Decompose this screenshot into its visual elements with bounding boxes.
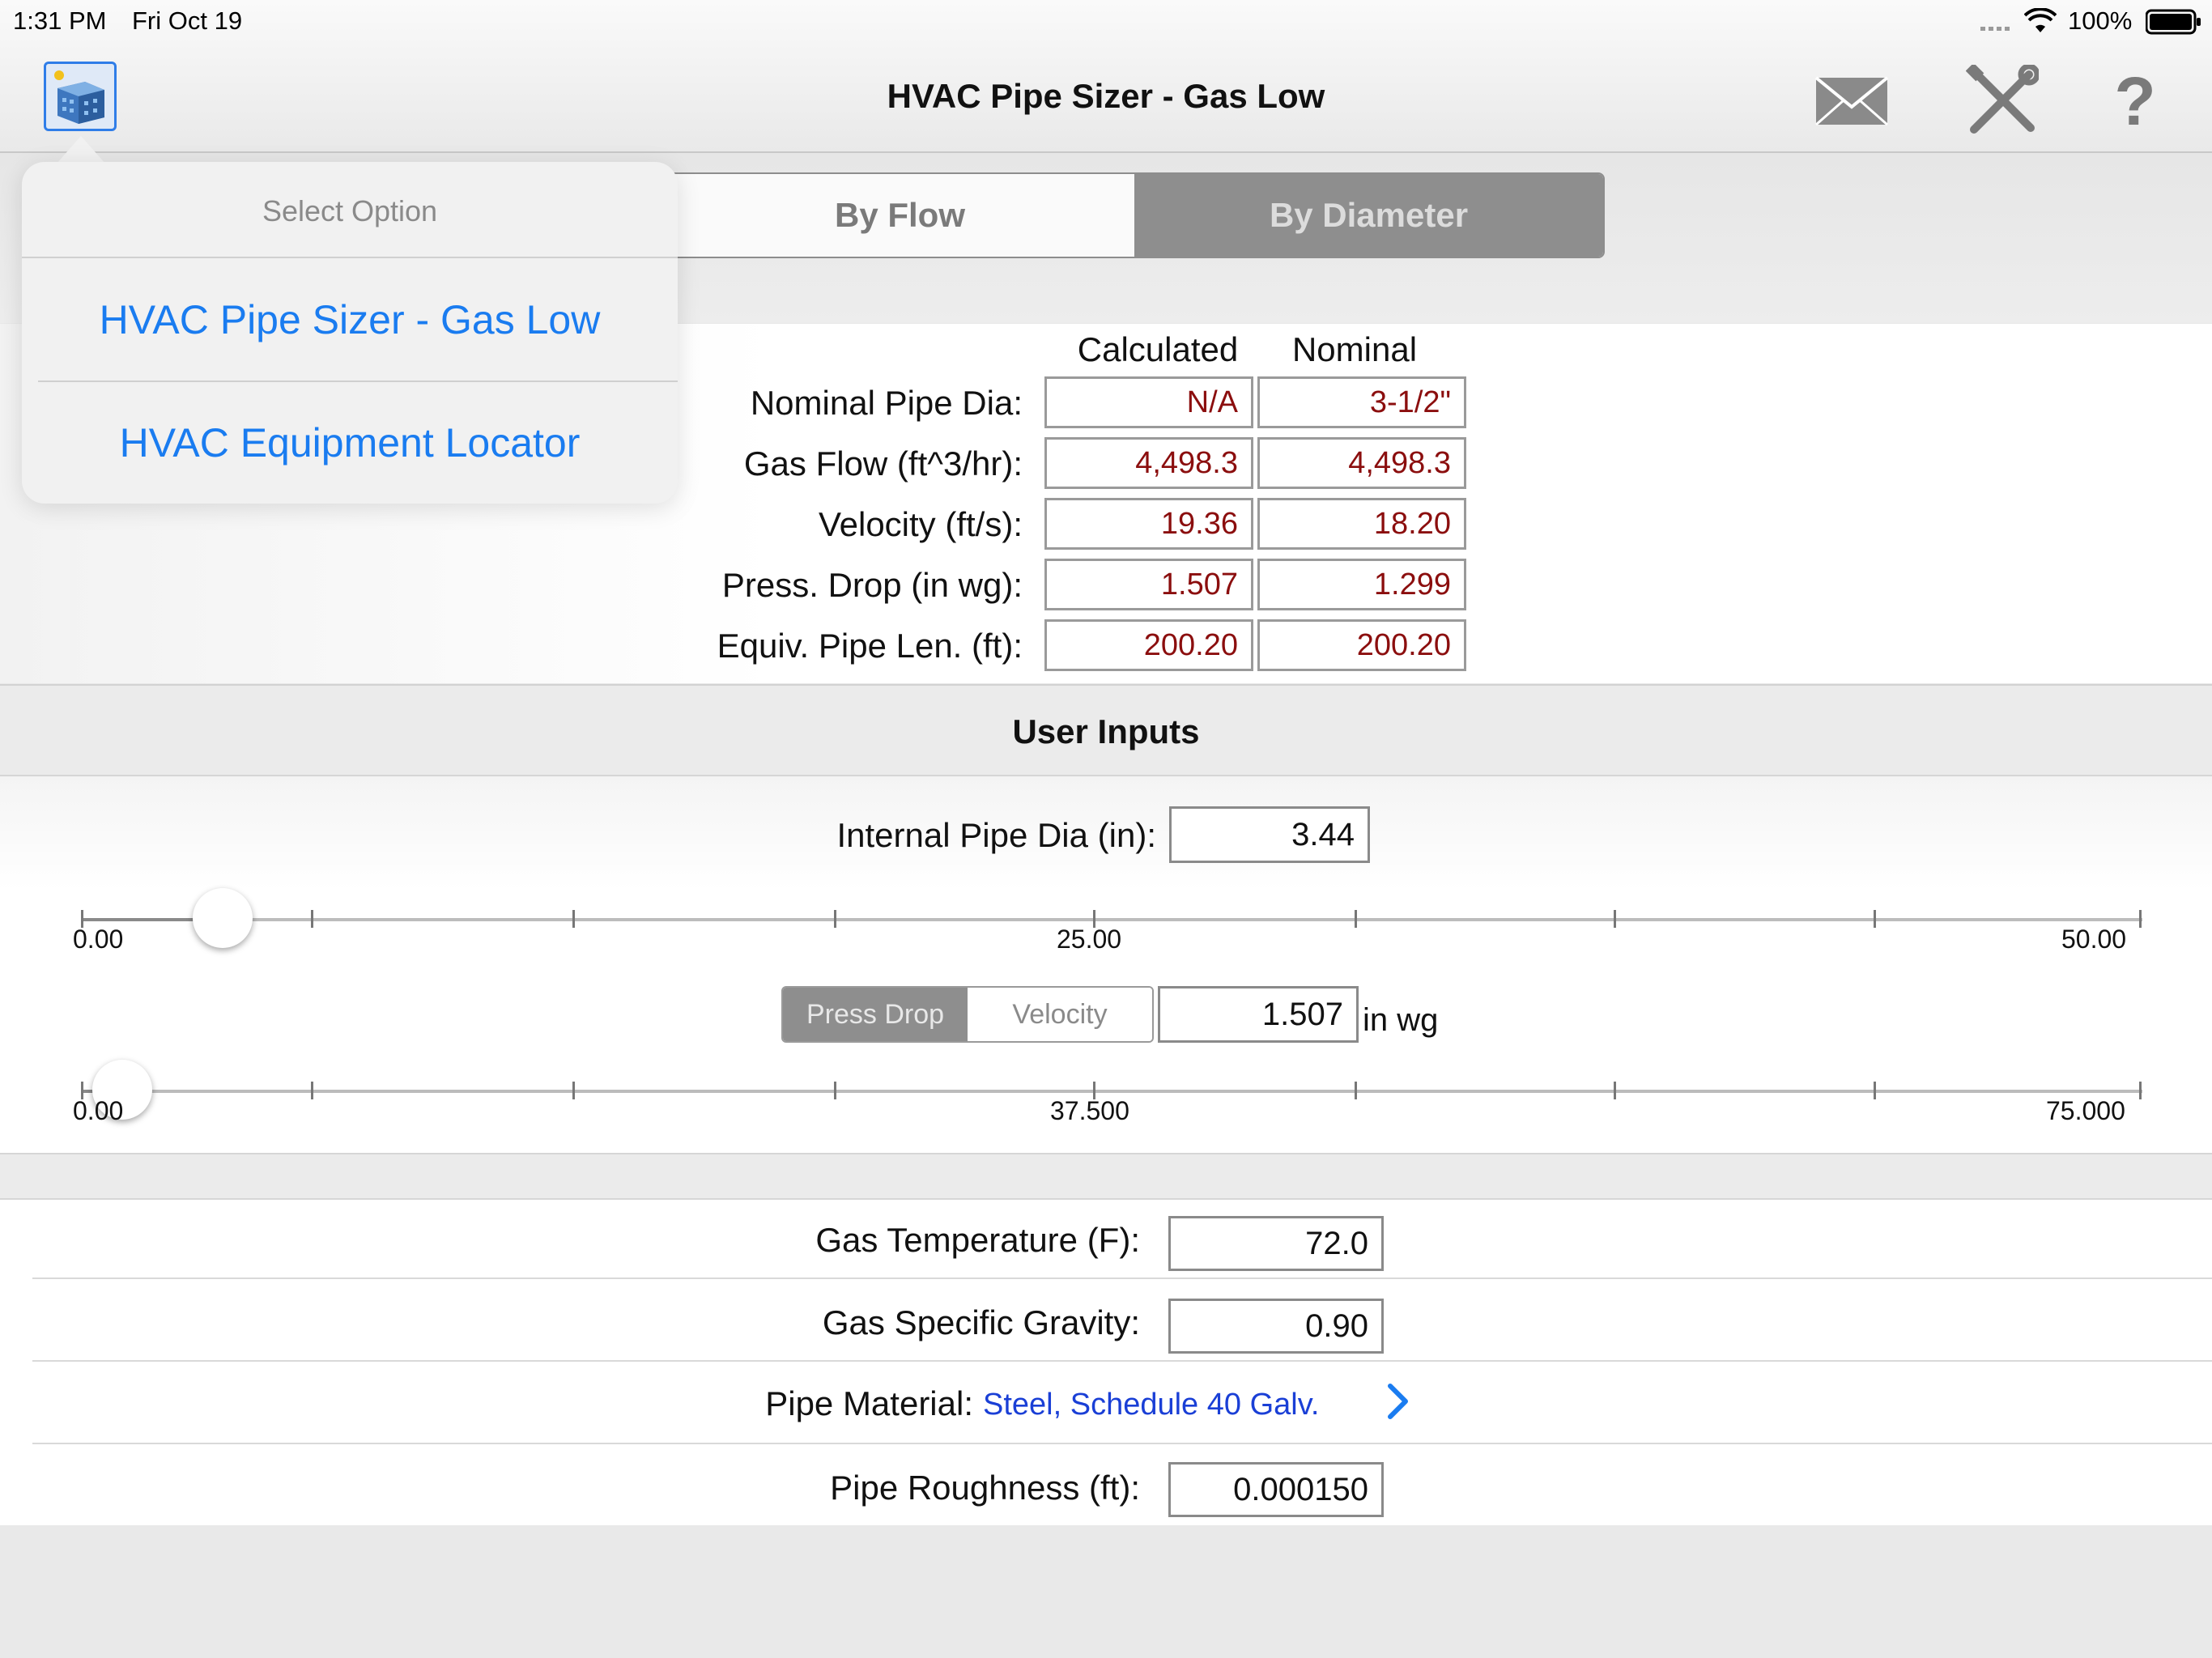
battery-percent: 100% bbox=[2068, 6, 2133, 35]
pipe-material-value[interactable]: Steel, Schedule 40 Galv. bbox=[983, 1388, 1319, 1422]
wifi-icon bbox=[2023, 7, 2057, 38]
result-label: Press. Drop (in wg): bbox=[721, 566, 1023, 604]
result-calculated-value: 4,498.3 bbox=[1044, 437, 1253, 489]
result-calculated-value: N/A bbox=[1044, 376, 1253, 428]
popover-item-pipe-sizer[interactable]: HVAC Pipe Sizer - Gas Low bbox=[22, 296, 678, 343]
result-nominal-value: 200.20 bbox=[1257, 619, 1466, 671]
top-bar: 1:31 PM Fri Oct 19 100% HVAC Pipe Sizer … bbox=[0, 0, 2212, 153]
tab-by-diameter[interactable]: By Diameter bbox=[1134, 174, 1603, 257]
popover-separator bbox=[38, 380, 678, 382]
col-nominal-header: Nominal bbox=[1291, 330, 1418, 368]
section-gap bbox=[0, 1153, 2212, 1200]
slider-tick bbox=[1874, 910, 1876, 928]
internal-dia-label: Internal Pipe Dia (in): bbox=[836, 816, 1156, 854]
result-nominal-value: 3-1/2" bbox=[1257, 376, 1466, 428]
help-icon: ? bbox=[2114, 62, 2156, 139]
slider-min-label: 0.00 bbox=[73, 1096, 124, 1125]
slider-tick bbox=[1614, 1082, 1616, 1099]
result-label: Velocity (ft/s): bbox=[818, 505, 1023, 543]
user-inputs-header: User Inputs bbox=[0, 684, 2212, 776]
slider-tick bbox=[2139, 910, 2142, 928]
slider-tick bbox=[1614, 910, 1616, 928]
roughness-input[interactable]: 0.000150 bbox=[1168, 1462, 1384, 1517]
slider-tick bbox=[1874, 1082, 1876, 1099]
bottom-area bbox=[0, 1525, 2212, 1658]
popover-item-equipment-locator[interactable]: HVAC Equipment Locator bbox=[22, 419, 678, 466]
battery-icon bbox=[2145, 9, 2202, 39]
status-date: Fri Oct 19 bbox=[132, 6, 243, 35]
mode-velocity[interactable]: Velocity bbox=[968, 988, 1152, 1041]
popover-separator bbox=[22, 257, 678, 258]
cellular-signal-icon bbox=[1980, 18, 2016, 35]
specific-gravity-input[interactable]: 0.90 bbox=[1168, 1299, 1384, 1354]
slider-tick bbox=[572, 910, 575, 928]
slider-thumb[interactable] bbox=[193, 888, 253, 948]
result-calculated-value: 1.507 bbox=[1044, 559, 1253, 610]
tab-by-flow[interactable]: By Flow bbox=[666, 174, 1134, 257]
col-calculated-header: Calculated bbox=[1077, 330, 1239, 368]
drop-mode-segmented-control: Press Drop Velocity bbox=[781, 986, 1154, 1043]
mode-press-drop[interactable]: Press Drop bbox=[783, 988, 968, 1041]
row-separator bbox=[32, 1443, 2212, 1444]
popover-title: Select Option bbox=[262, 194, 438, 227]
slider-tick bbox=[311, 1082, 313, 1099]
slider-tick bbox=[311, 910, 313, 928]
chevron-right-icon[interactable] bbox=[1386, 1383, 1410, 1424]
internal-dia-input[interactable]: 3.44 bbox=[1169, 806, 1370, 863]
slider-tick bbox=[834, 1082, 836, 1099]
press-drop-unit: in wg bbox=[1363, 1002, 1439, 1038]
row-separator bbox=[32, 1278, 2212, 1279]
slider-track bbox=[81, 918, 2142, 921]
slider-max-label: 50.00 bbox=[2061, 925, 2127, 954]
slider-max-label: 75.000 bbox=[2046, 1096, 2125, 1125]
slider-tick bbox=[1355, 910, 1357, 928]
select-option-popover: Select Option HVAC Pipe Sizer - Gas Low … bbox=[22, 162, 678, 504]
tools-icon bbox=[1966, 65, 2039, 134]
pipe-material-row[interactable]: Pipe Material: Steel, Schedule 40 Galv. bbox=[0, 1362, 2212, 1441]
slider-tick bbox=[1355, 1082, 1357, 1099]
result-label: Equiv. Pipe Len. (ft): bbox=[717, 627, 1023, 665]
result-calculated-value: 19.36 bbox=[1044, 498, 1253, 550]
slider-tick bbox=[2139, 1082, 2142, 1099]
press-drop-input[interactable]: 1.507 bbox=[1158, 986, 1359, 1043]
specific-gravity-label: Gas Specific Gravity: bbox=[822, 1303, 1140, 1341]
gas-temp-label: Gas Temperature (F): bbox=[815, 1221, 1140, 1259]
mail-icon bbox=[1814, 76, 1889, 126]
result-nominal-value: 18.20 bbox=[1257, 498, 1466, 550]
pipe-material-label: Pipe Material: bbox=[765, 1384, 973, 1422]
slider-mid-label: 25.00 bbox=[1057, 925, 1122, 954]
slider-track bbox=[81, 1090, 2142, 1093]
roughness-label: Pipe Roughness (ft): bbox=[830, 1469, 1140, 1507]
slider-mid-label: 37.500 bbox=[1050, 1096, 1129, 1125]
result-nominal-value: 1.299 bbox=[1257, 559, 1466, 610]
slider-min-label: 0.00 bbox=[73, 925, 124, 954]
status-time: 1:31 PM bbox=[13, 6, 107, 35]
slider-tick bbox=[834, 910, 836, 928]
mail-button[interactable] bbox=[1807, 57, 1896, 146]
result-calculated-value: 200.20 bbox=[1044, 619, 1253, 671]
slider-tick bbox=[572, 1082, 575, 1099]
popover-arrow bbox=[57, 136, 105, 164]
gas-temp-input[interactable]: 72.0 bbox=[1168, 1216, 1384, 1271]
help-button[interactable]: ? bbox=[2091, 57, 2180, 146]
settings-button[interactable] bbox=[1958, 57, 2047, 146]
mode-segmented-control: By Flow By Diameter bbox=[664, 172, 1605, 258]
result-nominal-value: 4,498.3 bbox=[1257, 437, 1466, 489]
